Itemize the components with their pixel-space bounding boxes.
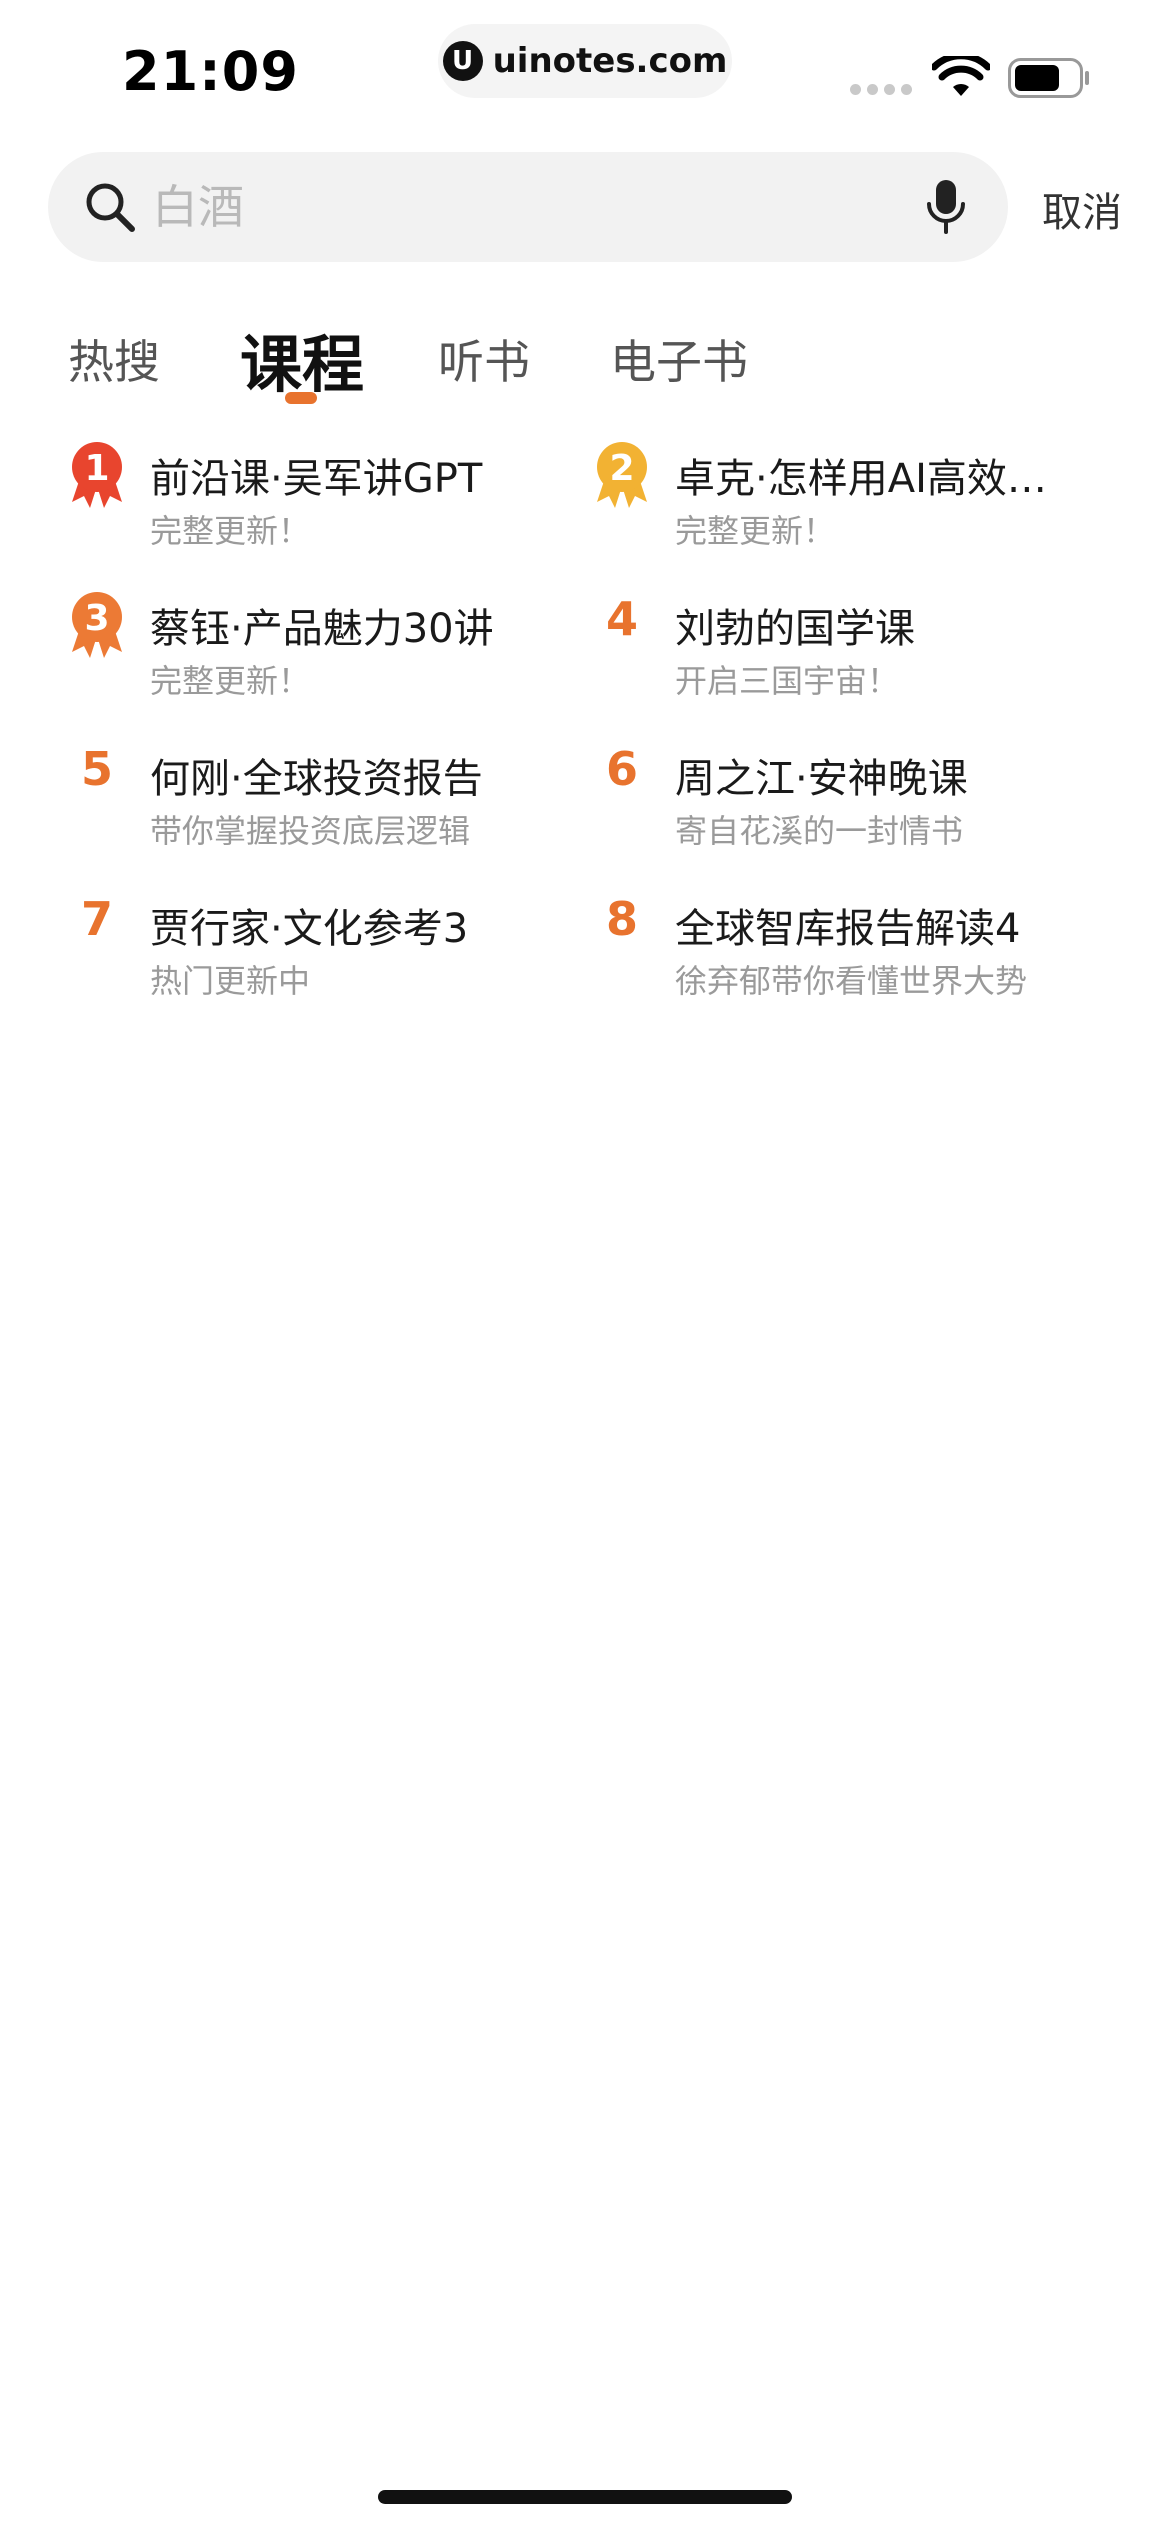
site-logo-icon: U: [442, 41, 483, 81]
list-item[interactable]: 4 刘勃的国学课 开启三国宇宙！: [593, 590, 1093, 720]
wifi-icon: [932, 56, 990, 96]
rank-number: 4: [605, 592, 638, 646]
url-pill[interactable]: U uinotes.com: [438, 24, 732, 98]
course-subtitle: 开启三国宇宙！: [675, 662, 900, 700]
mic-icon[interactable]: [924, 178, 968, 236]
rank-number: 1: [84, 448, 109, 489]
course-title: 何刚·全球投资报告: [150, 756, 483, 802]
course-title: 蔡钰·产品魅力30讲: [150, 606, 494, 652]
bronze-medal-icon: 3: [72, 592, 122, 658]
course-subtitle: 完整更新！: [150, 512, 311, 550]
rank-number: 6: [605, 742, 638, 796]
status-time: 21:09: [122, 40, 299, 103]
course-subtitle: 寄自花溪的一封情书: [675, 812, 964, 850]
category-tabs: 热搜 课程 听书 电子书: [0, 310, 1170, 420]
tab-ebooks[interactable]: 电子书: [610, 326, 748, 392]
tab-hot-search[interactable]: 热搜: [68, 326, 160, 392]
search-bar[interactable]: [48, 152, 1008, 262]
list-item[interactable]: 1 前沿课·吴军讲GPT 完整更新！: [68, 440, 568, 570]
course-subtitle: 完整更新！: [675, 512, 836, 550]
search-input[interactable]: [152, 174, 932, 240]
cancel-button[interactable]: 取消: [1042, 180, 1122, 238]
home-indicator[interactable]: [378, 2490, 792, 2504]
silver-medal-icon: 2: [597, 442, 647, 508]
rank-number: 8: [605, 892, 638, 946]
list-item[interactable]: 8 全球智库报告解读4 徐弃郁带你看懂世界大势: [593, 890, 1093, 1020]
search-icon: [86, 183, 135, 232]
cellular-signal-icon: [850, 84, 912, 95]
list-item[interactable]: 2 卓克·怎样用AI高效… 完整更新！: [593, 440, 1093, 570]
course-subtitle: 完整更新！: [150, 662, 311, 700]
rank-number: 7: [80, 892, 113, 946]
course-subtitle: 热门更新中: [150, 962, 311, 1000]
course-title: 前沿课·吴军讲GPT: [150, 456, 483, 502]
course-title: 刘勃的国学课: [675, 606, 915, 652]
url-text: uinotes.com: [492, 41, 728, 81]
rank-number: 3: [84, 598, 109, 639]
tab-audiobooks[interactable]: 听书: [438, 326, 530, 392]
rank-number: 2: [609, 448, 634, 489]
course-title: 周之江·安神晚课: [675, 756, 968, 802]
battery-icon: [1008, 58, 1089, 98]
list-item[interactable]: 3 蔡钰·产品魅力30讲 完整更新！: [68, 590, 568, 720]
tab-courses[interactable]: 课程: [240, 314, 364, 404]
course-subtitle: 徐弃郁带你看懂世界大势: [675, 962, 1028, 1000]
active-tab-indicator: [285, 392, 317, 404]
course-subtitle: 带你掌握投资底层逻辑: [150, 812, 471, 850]
list-item[interactable]: 6 周之江·安神晚课 寄自花溪的一封情书: [593, 740, 1093, 870]
course-title: 卓克·怎样用AI高效…: [675, 456, 1047, 502]
course-title: 贾行家·文化参考3: [150, 906, 469, 952]
gold-medal-icon: 1: [72, 442, 122, 508]
course-title: 全球智库报告解读4: [675, 906, 1021, 952]
rank-number: 5: [80, 742, 113, 796]
status-bar: 21:09 U uinotes.com: [0, 0, 1170, 140]
list-item[interactable]: 5 何刚·全球投资报告 带你掌握投资底层逻辑: [68, 740, 568, 870]
list-item[interactable]: 7 贾行家·文化参考3 热门更新中: [68, 890, 568, 1020]
